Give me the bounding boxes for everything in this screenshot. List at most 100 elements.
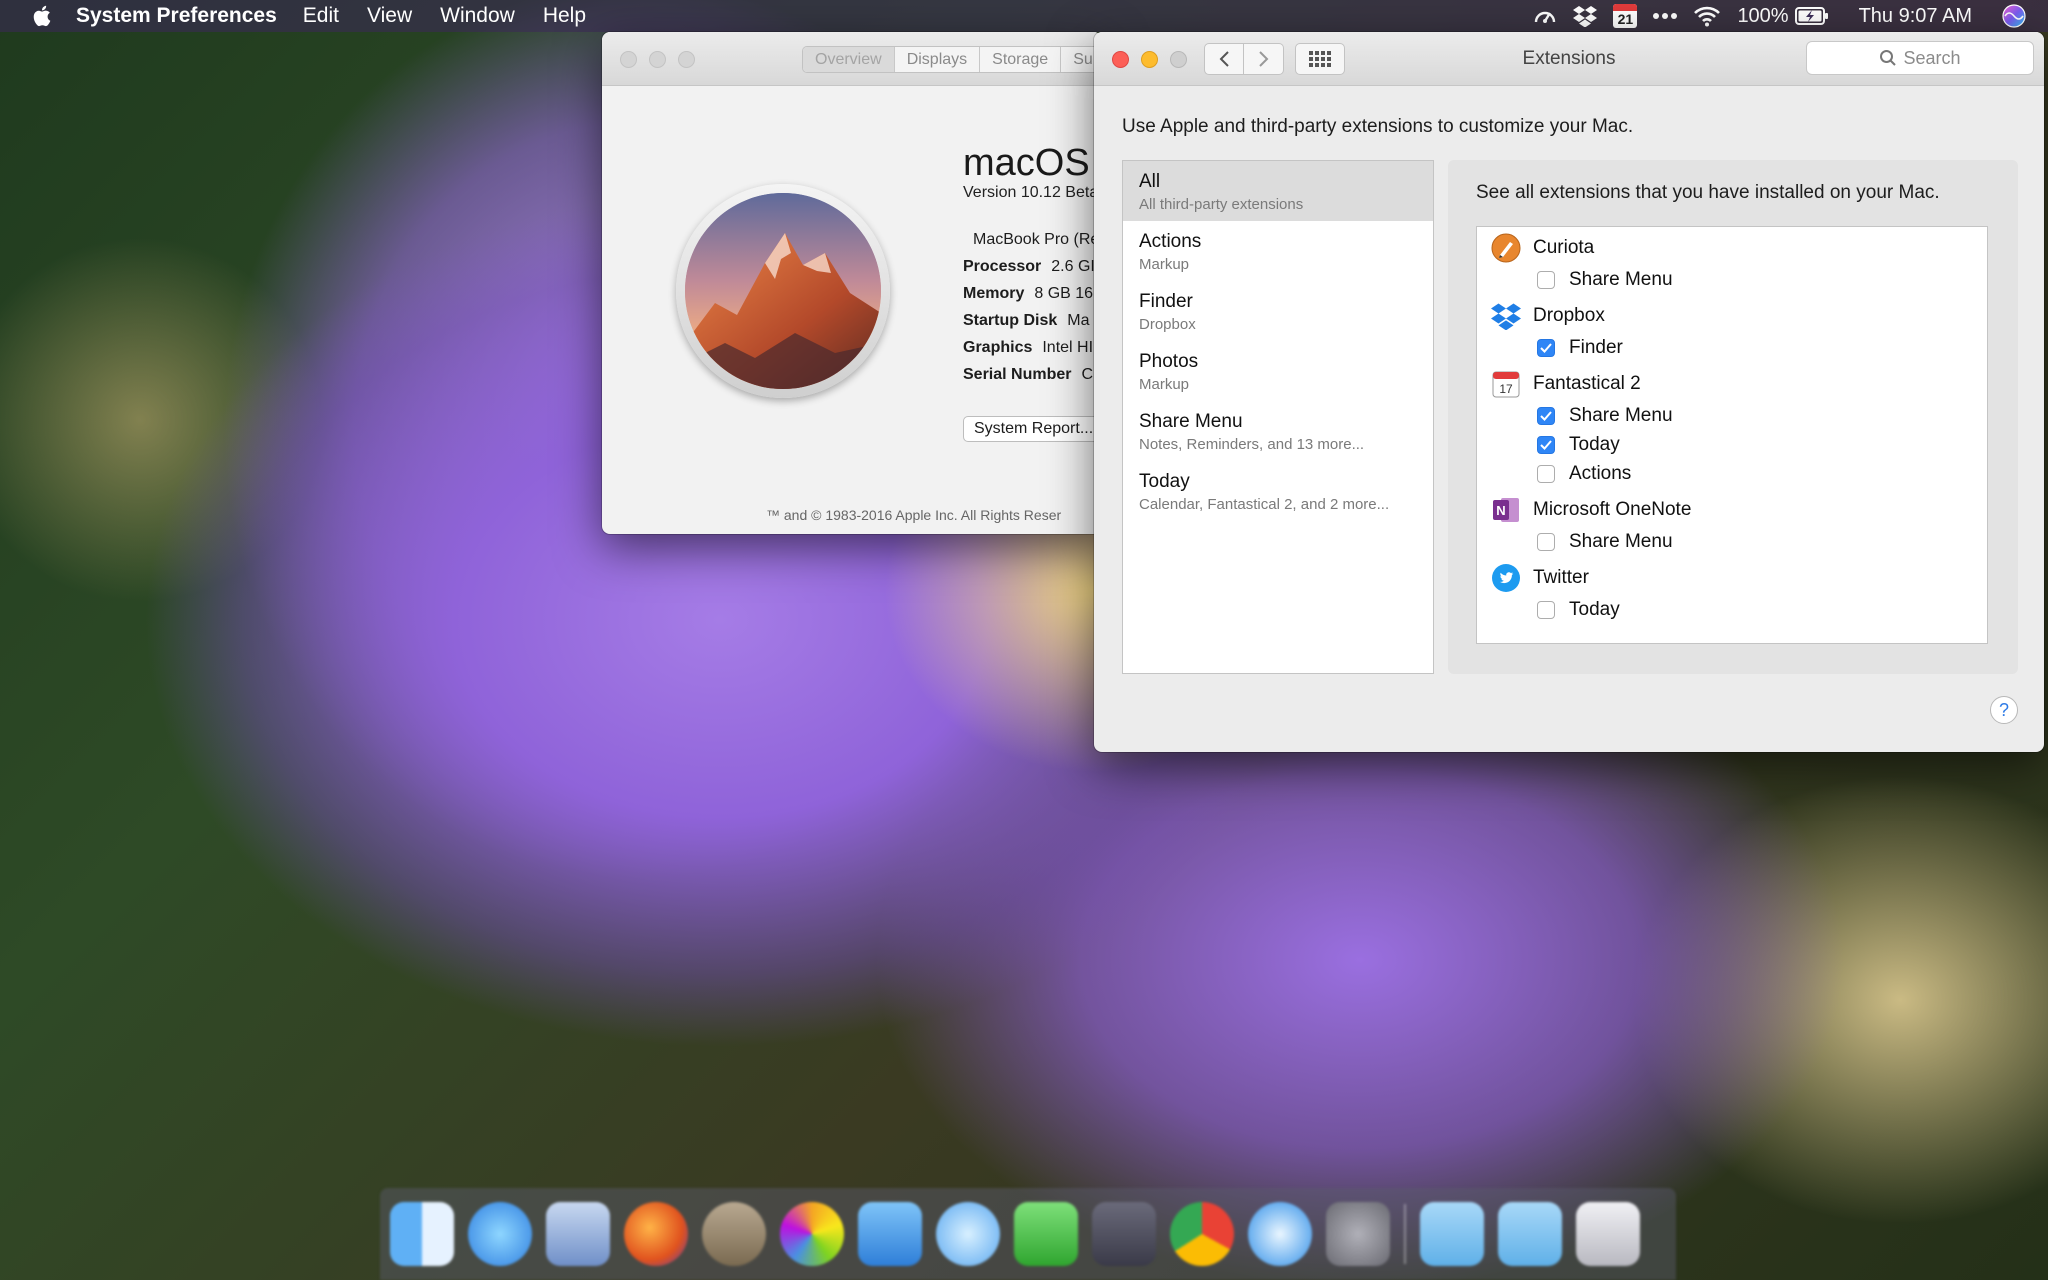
menu-bar: System Preferences Edit View Window Help… — [0, 0, 2048, 32]
detail-heading: See all extensions that you have install… — [1476, 182, 1940, 203]
speedometer-icon[interactable] — [1533, 5, 1557, 27]
dropbox-menu-icon[interactable] — [1573, 5, 1598, 27]
apple-menu-icon[interactable] — [28, 5, 58, 27]
app-name: Curiota — [1533, 237, 1595, 258]
siri-icon[interactable] — [468, 1202, 532, 1266]
launchpad-icon[interactable] — [546, 1202, 610, 1266]
search-icon — [1880, 50, 1897, 66]
category-subtitle: Dropbox — [1139, 316, 1196, 333]
extension-name: Share Menu — [1569, 531, 1673, 552]
folder-icon[interactable] — [1420, 1202, 1484, 1266]
app-icon[interactable] — [702, 1202, 766, 1266]
category-share-menu[interactable]: Share Menu Notes, Reminders, and 13 more… — [1123, 401, 1433, 461]
system-report-button[interactable]: System Report... — [963, 416, 1102, 442]
more-icon[interactable] — [1653, 12, 1678, 20]
spec-value: 2.6 GI — [1051, 258, 1095, 275]
clock[interactable]: Thu 9:07 AM — [1859, 5, 1972, 28]
spec-value: 8 GB 16 — [1034, 285, 1094, 302]
app-dropbox: Dropbox — [1491, 301, 1605, 331]
calendar-icon[interactable]: 21 — [1613, 4, 1638, 28]
menu-app-name[interactable]: System Preferences — [76, 4, 277, 28]
app-icon[interactable] — [1092, 1202, 1156, 1266]
extension-row[interactable]: Today — [1537, 599, 1620, 621]
search-placeholder: Search — [1903, 47, 1961, 68]
tab-overview[interactable]: Overview — [803, 47, 895, 72]
folder-icon[interactable] — [1498, 1202, 1562, 1266]
photos-icon[interactable] — [780, 1202, 844, 1266]
category-subtitle: Calendar, Fantastical 2, and 2 more... — [1139, 496, 1390, 513]
extension-categories-list: All All third-party extensions Actions M… — [1122, 160, 1434, 674]
extensions-detail-panel: See all extensions that you have install… — [1448, 160, 2018, 674]
chrome-icon[interactable] — [1170, 1202, 1234, 1266]
extension-row[interactable]: Today — [1537, 434, 1620, 456]
battery-percent[interactable]: 100% — [1737, 5, 1788, 28]
spec-processor: Processor 2.6 GI — [963, 258, 1095, 276]
status-area: 21 100% Thu 9:07 AM — [1517, 4, 2026, 28]
os-version: Version 10.12 Beta — [963, 184, 1099, 201]
menu-window[interactable]: Window — [440, 4, 515, 28]
category-today[interactable]: Today Calendar, Fantastical 2, and 2 mor… — [1123, 461, 1433, 521]
spec-graphics: Graphics Intel HI — [963, 339, 1093, 357]
spec-label: Graphics — [963, 339, 1033, 356]
wifi-icon[interactable] — [1693, 5, 1721, 27]
about-zoom-button[interactable] — [678, 51, 695, 68]
category-finder[interactable]: Finder Dropbox — [1123, 281, 1433, 341]
extension-checkbox[interactable] — [1537, 601, 1555, 619]
facetime-icon[interactable] — [1014, 1202, 1078, 1266]
category-name: Today — [1139, 471, 1190, 492]
extension-row[interactable]: Share Menu — [1537, 531, 1673, 553]
app-store-icon[interactable] — [858, 1202, 922, 1266]
app-name: Dropbox — [1533, 305, 1605, 326]
dock — [380, 1188, 1676, 1280]
extension-name: Today — [1569, 599, 1620, 620]
category-subtitle: Notes, Reminders, and 13 more... — [1139, 436, 1365, 453]
extension-row[interactable]: Finder — [1537, 337, 1623, 359]
menu-edit[interactable]: Edit — [303, 4, 339, 28]
extension-row[interactable]: Share Menu — [1537, 405, 1673, 427]
about-minimize-button[interactable] — [649, 51, 666, 68]
tab-storage[interactable]: Storage — [980, 47, 1062, 72]
extension-checkbox[interactable] — [1537, 407, 1555, 425]
spec-memory: Memory 8 GB 16 — [963, 285, 1093, 303]
firefox-icon[interactable] — [624, 1202, 688, 1266]
extension-checkbox[interactable] — [1537, 465, 1555, 483]
finder-icon[interactable] — [390, 1202, 454, 1266]
extension-checkbox[interactable] — [1537, 271, 1555, 289]
spec-value: MacBook Pro (Re — [973, 231, 1100, 248]
extension-name: Actions — [1569, 463, 1632, 484]
safari-icon[interactable] — [1248, 1202, 1312, 1266]
trash-icon[interactable] — [1576, 1202, 1640, 1266]
app-name: Twitter — [1533, 567, 1589, 588]
extension-checkbox[interactable] — [1537, 339, 1555, 357]
search-field[interactable]: Search — [1806, 41, 2034, 75]
spec-value: Intel HI — [1042, 339, 1094, 356]
help-button[interactable]: ? — [1990, 696, 2018, 724]
spec-value: C — [1081, 366, 1094, 383]
spec-label: Memory — [963, 285, 1025, 302]
menu-help[interactable]: Help — [543, 4, 586, 28]
extension-row[interactable]: Share Menu — [1537, 269, 1673, 291]
about-close-button[interactable] — [620, 51, 637, 68]
extension-checkbox[interactable] — [1537, 533, 1555, 551]
calendar-day: 21 — [1613, 4, 1638, 28]
about-this-mac-window: Overview Displays Storage Su macOS Versi… — [602, 32, 1102, 534]
tab-displays[interactable]: Displays — [895, 47, 981, 72]
battery-charging-icon[interactable] — [1794, 7, 1829, 25]
category-all[interactable]: All All third-party extensions — [1123, 161, 1433, 221]
checkmark-icon — [1540, 343, 1552, 353]
os-title: macOS S — [963, 142, 1102, 184]
extension-row[interactable]: Actions — [1537, 463, 1631, 485]
category-photos[interactable]: Photos Markup — [1123, 341, 1433, 401]
messages-icon[interactable] — [936, 1202, 1000, 1266]
menu-view[interactable]: View — [367, 4, 412, 28]
siri-icon[interactable] — [2002, 4, 2026, 28]
spec-label: Processor — [963, 258, 1042, 275]
spec-value: Ma — [1067, 312, 1090, 329]
extension-name: Finder — [1569, 337, 1623, 358]
copyright-text: ™ and © 1983-2016 Apple Inc. All Rights … — [766, 507, 1062, 523]
onenote-icon-letter: N — [1496, 503, 1505, 518]
extension-checkbox[interactable] — [1537, 436, 1555, 454]
category-actions[interactable]: Actions Markup — [1123, 221, 1433, 281]
system-preferences-icon[interactable] — [1326, 1202, 1390, 1266]
about-tabs: Overview Displays Storage Su — [802, 46, 1102, 73]
